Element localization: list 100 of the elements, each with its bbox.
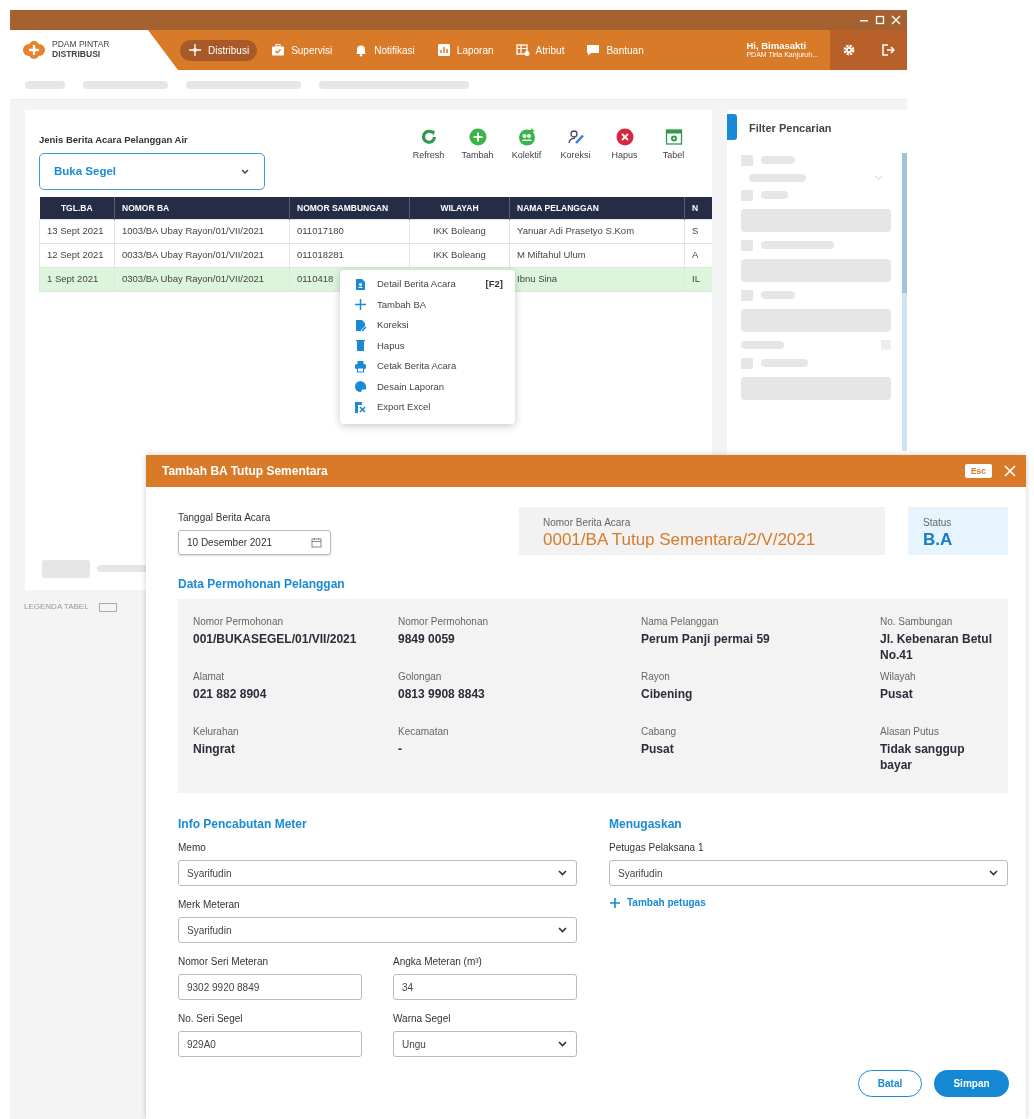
table-row[interactable]: 13 Sept 2021 1003/BA Ubay Rayon/01/VII/2021 011017180 IKK Boleang Yanuar Adi Prasetyo S.Kom S	[39, 219, 712, 244]
toolbar-button[interactable]: Koreksi	[551, 128, 600, 191]
field-label: Nama Pelanggan	[641, 615, 720, 629]
collapse-handle[interactable]	[727, 114, 737, 140]
section-title: Info Pencabutan Meter	[178, 816, 308, 833]
table-settings-icon	[664, 128, 683, 146]
toolbar-button[interactable]: Kolektif	[502, 128, 551, 191]
settings-icon[interactable]	[842, 43, 857, 57]
field-label: Status	[923, 516, 953, 530]
bar-chart-icon	[436, 43, 451, 57]
column-header[interactable]: WILAYAH	[409, 197, 510, 220]
toolbar-button[interactable]: Refresh	[404, 128, 453, 191]
field-label: Alasan Putus	[880, 725, 940, 739]
menu-item[interactable]: Cetak Berita Acara	[340, 356, 515, 377]
cancel-button[interactable]: Batal	[858, 1070, 922, 1097]
menu-item[interactable]: Desain Laporan	[340, 376, 515, 397]
nav-tab[interactable]: Distribusi	[180, 39, 258, 61]
document-icon	[354, 277, 367, 291]
input-field[interactable]: 929A0	[178, 1031, 362, 1057]
chevron-down-icon	[988, 869, 999, 877]
skeleton-bar	[761, 191, 788, 199]
column-header[interactable]: NOMOR BA	[114, 197, 290, 220]
field-value: Pusat	[880, 686, 914, 703]
calendar-icon	[311, 537, 322, 548]
table-cell: 011017180	[289, 219, 410, 244]
dialog-title: Tambah BA Tutup Sementara	[162, 463, 328, 480]
input-field[interactable]: 34	[393, 974, 577, 1000]
briefcase-icon	[271, 43, 286, 57]
field-value: 9849 0059	[398, 631, 456, 648]
select-field[interactable]: Syarifudin	[609, 860, 1008, 886]
edit-document-icon	[354, 318, 367, 332]
logout-icon[interactable]	[880, 43, 895, 57]
toolbar-button[interactable]: Hapus	[600, 128, 649, 191]
table-gear-icon	[515, 43, 530, 57]
select-field[interactable]: Ungu	[393, 1031, 577, 1057]
scrollbar[interactable]	[902, 153, 907, 451]
field-label: Angka Meteran (m³)	[393, 955, 483, 969]
legend-label: LEGENDA TABEL	[24, 601, 89, 613]
field-label: Memo	[178, 841, 207, 855]
type-select[interactable]: Buka Segel	[39, 153, 265, 191]
field-label: Petugas Pelaksana 1	[609, 841, 705, 855]
menu-item[interactable]: Hapus	[340, 335, 515, 356]
spreadsheet-icon	[354, 400, 367, 414]
skeleton-bar	[741, 189, 753, 201]
select-field[interactable]: Syarifudin	[178, 917, 577, 943]
date-field[interactable]: 10 Desember 2021	[178, 530, 331, 555]
section-title: Menugaskan	[609, 816, 683, 833]
table-row[interactable]: 12 Sept 2021 0033/BA Ubay Rayon/01/VII/2021 011018281 IKK Boleang M Miftahul Ulum A	[39, 243, 712, 268]
maximize-icon[interactable]	[875, 15, 885, 25]
field-value: Cibening	[641, 686, 694, 703]
plus-icon	[609, 896, 621, 909]
field-label: Alamat	[193, 670, 226, 684]
field-label: No. Seri Segel	[178, 1012, 244, 1026]
plus-icon	[354, 298, 367, 312]
shortcut-badge: Esc	[964, 463, 992, 479]
table-cell: IKK Boleang	[409, 243, 510, 268]
logo-icon	[22, 41, 46, 59]
chevron-down-icon	[557, 1040, 568, 1048]
skeleton-bar	[741, 340, 784, 349]
add-icon	[468, 128, 487, 146]
select-field[interactable]: Syarifudin	[178, 860, 577, 886]
skeleton-bar	[761, 359, 808, 367]
skeleton-bar	[761, 291, 795, 299]
field-value: 001/BUKASEGEL/01/VII/2021	[193, 631, 358, 648]
add-staff-link[interactable]: Tambah petugas	[609, 895, 706, 910]
column-header[interactable]: NOMOR SAMBUNGAN	[289, 197, 410, 220]
field-value: Ningrat	[193, 741, 236, 758]
skeleton-bar	[741, 357, 753, 369]
field-label: Tanggal Berita Acara	[178, 511, 272, 525]
field-label: Nomor Permohonan	[193, 615, 285, 629]
field-value: 0813 9908 8843	[398, 686, 486, 703]
field-label: Wilayah	[880, 670, 917, 684]
group-icon	[517, 128, 536, 146]
logo-text: DISTRIBUSI	[52, 50, 102, 60]
field-label: Nomor Seri Meteran	[178, 955, 270, 969]
input-field[interactable]: 9302 9920 8849	[178, 974, 362, 1000]
logo-text: PDAM PINTAR	[52, 40, 110, 50]
save-button[interactable]: Simpan	[934, 1070, 1009, 1097]
field-label: Golongan	[398, 670, 443, 684]
skeleton-bar	[749, 173, 806, 182]
close-icon[interactable]	[891, 15, 901, 25]
toolbar-button[interactable]: Tabel	[649, 128, 698, 191]
field-label: Nomor Permohonan	[398, 615, 490, 629]
column-header[interactable]: NAMA PELANGGAN	[509, 197, 685, 220]
table-cell: 011018281	[289, 243, 410, 268]
chat-icon	[586, 43, 601, 57]
skeleton-bar	[741, 239, 753, 251]
column-header[interactable]: N	[684, 197, 712, 220]
table-cell: 0033/BA Ubay Rayon/01/VII/2021	[114, 243, 290, 268]
field-value: Jl. Kebenaran Betul No.41	[880, 631, 993, 664]
field-value: Pusat	[641, 741, 675, 758]
menu-item[interactable]: Koreksi	[340, 315, 515, 336]
field-value: -	[398, 741, 403, 758]
field-label: Kecamatan	[398, 725, 450, 739]
column-header[interactable]: TGL.BA	[39, 197, 115, 220]
menu-item[interactable]: Export Excel	[340, 397, 515, 418]
table-cell: 0303/BA Ubay Rayon/01/VII/2021	[114, 267, 290, 292]
toolbar-button[interactable]: Tambah	[453, 128, 502, 191]
menu-item[interactable]: Tambah BA	[340, 294, 515, 315]
close-icon[interactable]	[1004, 465, 1016, 477]
